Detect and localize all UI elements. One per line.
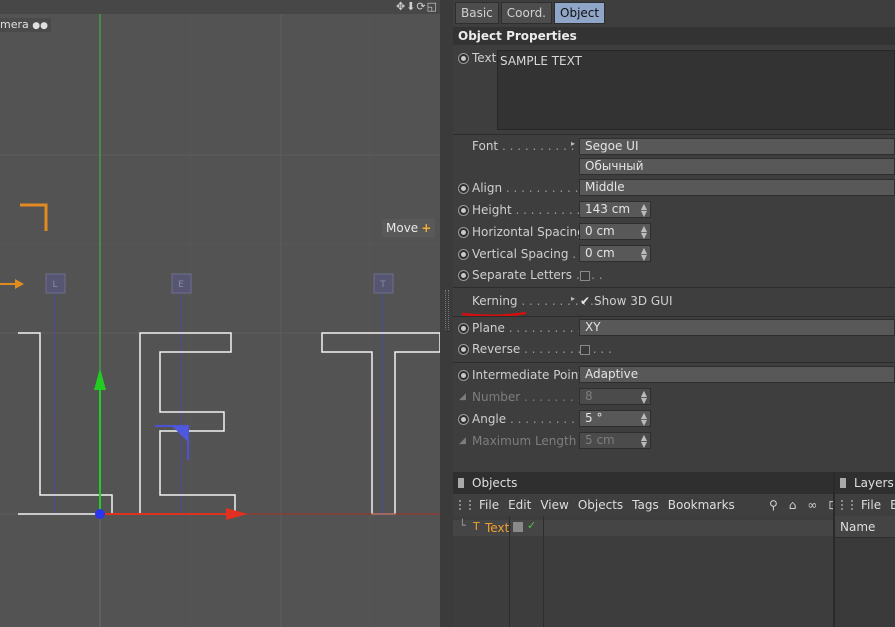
letter-handle-label-e: E xyxy=(178,280,184,290)
height-animate-radio[interactable] xyxy=(458,205,469,216)
pan-icon[interactable]: ✥ xyxy=(396,0,406,13)
home-icon[interactable]: ⌂ xyxy=(789,498,799,512)
tab-object[interactable]: Object xyxy=(554,2,606,24)
list-item[interactable] xyxy=(453,520,833,536)
text-label: Text xyxy=(472,51,497,65)
menu-tags[interactable]: Tags xyxy=(632,498,659,512)
objects-menubar: FileEditViewObjectsTagsBookmarks ⚲⌂∞⊡ xyxy=(453,494,838,516)
plane-dropdown[interactable]: XY xyxy=(579,319,895,336)
kerning-label: Kerning . . . . . . . . . . xyxy=(472,294,594,308)
layers-menubar: File Ec xyxy=(835,494,895,516)
move-plus-icon: + xyxy=(421,221,432,235)
panel-icon xyxy=(840,478,846,488)
show-3d-gui-checkbox[interactable]: ✔ xyxy=(580,293,590,309)
reverse-animate-radio[interactable] xyxy=(458,344,469,355)
maximize-icon[interactable]: ◱ xyxy=(427,0,438,13)
letter-handles xyxy=(45,273,394,294)
object-origin-point xyxy=(95,509,105,519)
vertical-spacing-stepper[interactable]: ▲ ▼ xyxy=(641,247,647,262)
layers-menu-file[interactable]: File xyxy=(861,498,881,512)
size-handle xyxy=(20,203,48,231)
number-field[interactable]: 8 ▲ ▼ xyxy=(579,388,651,405)
height-field[interactable]: 143 cm ▲ ▼ xyxy=(579,201,651,218)
drag-handle-icon[interactable] xyxy=(459,500,471,510)
max-length-field[interactable]: 5 cm ▲ ▼ xyxy=(579,432,651,449)
objects-panel: Objects File Edit View Objects Tags Bookmarks… xyxy=(453,472,838,627)
splitter-grip[interactable] xyxy=(445,290,449,330)
search-icon[interactable]: ⚲ xyxy=(769,498,780,512)
object-list[interactable]: └ T Text ✓ xyxy=(453,516,833,627)
zoom-icon[interactable]: ⬇ xyxy=(406,0,416,13)
layers-panel-header: Layers xyxy=(835,472,895,494)
camera-label[interactable]: mera ●● xyxy=(0,18,51,32)
layers-menu-edit[interactable]: Ec xyxy=(890,498,895,512)
max-length-stepper[interactable]: ▲ ▼ xyxy=(641,434,647,449)
tab-basic[interactable]: Basic xyxy=(455,2,499,24)
panel-splitter[interactable] xyxy=(440,0,453,627)
intermediate-points-label: Intermediate Points xyxy=(472,368,590,382)
link-icon[interactable]: ∞ xyxy=(807,498,819,512)
tree-branch-icon: └ xyxy=(459,519,466,532)
horizontal-spacing-field[interactable]: 0 cm ▲ ▼ xyxy=(579,223,651,240)
tab-coord[interactable]: Coord. xyxy=(500,2,552,24)
attribute-manager: Basic Coord. Object Object Properties Te… xyxy=(453,0,895,472)
number-stepper[interactable]: ▲ ▼ xyxy=(641,390,647,405)
y-axis-arrow xyxy=(94,368,106,390)
separate-letters-radio[interactable] xyxy=(458,270,469,281)
reverse-label: Reverse . . . . . . . . . . . . xyxy=(472,342,612,356)
camera-icon: ●● xyxy=(32,21,48,31)
align-animate-radio[interactable] xyxy=(458,183,469,194)
align-dropdown[interactable]: Middle xyxy=(579,179,895,196)
menu-edit[interactable]: Edit xyxy=(508,498,531,512)
viewport-canvas[interactable]: L E T xyxy=(0,0,440,627)
angle-field[interactable]: 5 ° ▲ ▼ xyxy=(579,410,651,427)
separate-letters-checkbox[interactable] xyxy=(580,271,590,281)
section-title: Object Properties xyxy=(453,27,895,45)
vertical-spacing-radio[interactable] xyxy=(458,249,469,260)
3d-viewport[interactable]: L E T ✥⬇⟳◱ mera ●● Move + xyxy=(0,0,440,627)
x-axis-arrow xyxy=(226,508,248,520)
menu-file[interactable]: File xyxy=(479,498,499,512)
font-expand-icon[interactable]: ▸ xyxy=(571,136,575,152)
font-style-field[interactable]: Обычный xyxy=(579,158,895,175)
letter-handle-label-t: T xyxy=(379,280,386,290)
layers-panel: Layers File Ec Name xyxy=(833,472,895,627)
number-anim-icon: ◢ xyxy=(459,392,466,402)
menu-view[interactable]: View xyxy=(540,498,568,512)
menu-objects[interactable]: Objects xyxy=(578,498,623,512)
horizontal-spacing-label: Horizontal Spacing xyxy=(472,225,585,239)
text-input[interactable]: SAMPLE TEXT xyxy=(497,50,895,130)
viewport-grid xyxy=(0,14,440,627)
layers-name-column[interactable]: Name xyxy=(835,516,895,538)
viewport-header xyxy=(0,0,440,14)
letter-handle-label-l: L xyxy=(52,280,57,290)
horizontal-spacing-radio[interactable] xyxy=(458,227,469,238)
rotate-icon[interactable]: ⟳ xyxy=(416,0,426,13)
object-name[interactable]: Text xyxy=(485,520,509,536)
move-tool-label: Move + xyxy=(382,219,436,237)
intermediate-points-dropdown[interactable]: Adaptive xyxy=(579,366,895,383)
text-animate-radio[interactable] xyxy=(458,53,469,64)
horizontal-spacing-stepper[interactable]: ▲ ▼ xyxy=(641,225,647,240)
enabled-check-icon[interactable]: ✓ xyxy=(527,519,536,532)
attribute-tabs: Basic Coord. Object xyxy=(455,2,607,24)
visibility-toggle-icon[interactable] xyxy=(513,522,523,532)
drag-handle-icon[interactable] xyxy=(841,500,853,510)
max-length-anim-icon: ◢ xyxy=(459,436,466,446)
objects-panel-header: Objects xyxy=(453,472,833,494)
angle-animate-radio[interactable] xyxy=(458,414,469,425)
angle-stepper[interactable]: ▲ ▼ xyxy=(641,412,647,427)
viewport-nav-icons[interactable]: ✥⬇⟳◱ xyxy=(396,0,438,13)
menu-bookmarks[interactable]: Bookmarks xyxy=(668,498,735,512)
reverse-checkbox[interactable] xyxy=(580,345,590,355)
kerning-expand-icon[interactable]: ▸ xyxy=(571,291,575,307)
intermediate-points-radio[interactable] xyxy=(458,370,469,381)
height-stepper[interactable]: ▲ ▼ xyxy=(641,203,647,218)
vertical-spacing-field[interactable]: 0 cm ▲ ▼ xyxy=(579,245,651,262)
font-family-field[interactable]: Segoe UI xyxy=(579,138,895,155)
panel-icon xyxy=(458,478,464,488)
plane-animate-radio[interactable] xyxy=(458,323,469,334)
show-3d-gui-label: Show 3D GUI xyxy=(594,294,673,308)
text-object-icon: T xyxy=(473,520,480,533)
